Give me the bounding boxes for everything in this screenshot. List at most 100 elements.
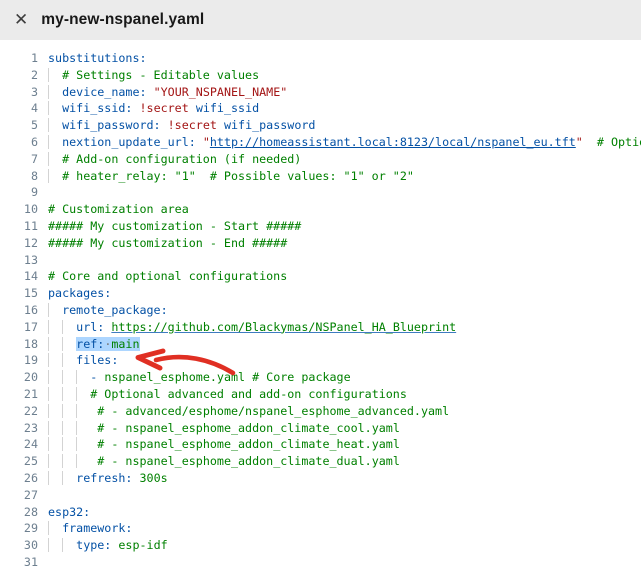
code-token: type: [76, 538, 111, 552]
code-line[interactable]: 13 [0, 252, 641, 269]
code-token: esp-idf [118, 538, 167, 552]
code-token [217, 118, 224, 132]
code-line[interactable]: 20 - nspanel_esphome.yaml # Core package [0, 369, 641, 386]
code-text: # - nspanel_esphome_addon_climate_cool.y… [48, 420, 400, 437]
editor-window: ✕ my-new-nspanel.yaml 1substitutions:2 #… [0, 0, 641, 576]
indent-guide [48, 152, 62, 166]
code-text: # Optional advanced and add-on configura… [48, 386, 407, 403]
code-line[interactable]: 28esp32: [0, 504, 641, 521]
indent-guide [48, 303, 62, 317]
code-token: packages: [48, 286, 111, 300]
code-lines: 1 substitutions:2 # Settings - Editable v… [0, 50, 641, 571]
code-text: # Customization area [48, 201, 189, 218]
code-line[interactable]: 1 substitutions: [0, 50, 641, 67]
code-line[interactable]: 27 [0, 487, 641, 504]
code-line[interactable]: 21 # Optional advanced and add-on config… [0, 386, 641, 403]
code-token: # heater_relay: "1" # Possible values: "… [62, 169, 414, 183]
code-line[interactable]: 25 # - nspanel_esphome_addon_climate_dua… [0, 453, 641, 470]
code-line[interactable]: 15packages: [0, 285, 641, 302]
code-text: remote_package: [48, 302, 168, 319]
code-token [583, 135, 597, 149]
line-number: 19 [0, 352, 38, 369]
indent-guide [48, 68, 62, 82]
indent-guide [48, 454, 62, 468]
code-token: wifi_ssid: [62, 101, 132, 115]
indent-guide [48, 320, 62, 334]
code-text: - nspanel_esphome.yaml # Core package [48, 369, 351, 386]
code-line[interactable]: 24 # - nspanel_esphome_addon_climate_hea… [0, 436, 641, 453]
indent-guide [62, 404, 76, 418]
line-number: 23 [0, 420, 38, 437]
code-line[interactable]: 16 remote_package: [0, 302, 641, 319]
code-line[interactable]: 17 url: https://github.com/Blackymas/NSP… [0, 319, 641, 336]
code-line[interactable]: 23 # - nspanel_esphome_addon_climate_coo… [0, 420, 641, 437]
line-number: 25 [0, 453, 38, 470]
line-number: 21 [0, 386, 38, 403]
indent-guide [76, 437, 90, 451]
line-number: 14 [0, 268, 38, 285]
indent-guide [48, 404, 62, 418]
line-number: 24 [0, 436, 38, 453]
code-token [161, 118, 168, 132]
code-text: substitutions: [48, 50, 147, 67]
code-line[interactable]: 14# Core and optional configurations [0, 268, 641, 285]
code-text: # - nspanel_esphome_addon_climate_dual.y… [48, 453, 400, 470]
code-line[interactable]: 30 type: esp-idf [0, 537, 641, 554]
code-line[interactable]: 5 wifi_password: !secret wifi_password [0, 117, 641, 134]
close-button[interactable]: ✕ [14, 12, 28, 29]
code-token: http://homeassistant.local:8123/local/ns… [210, 135, 576, 149]
code-line[interactable]: 11##### My customization - Start ##### [0, 218, 641, 235]
line-number: 18 [0, 336, 38, 353]
line-number: 17 [0, 319, 38, 336]
code-line[interactable]: 26 refresh: 300s [0, 470, 641, 487]
code-token: " [203, 135, 210, 149]
code-text: ##### My customization - Start ##### [48, 218, 301, 235]
code-token: # - nspanel_esphome_addon_climate_dual.y… [97, 454, 400, 468]
indent-guide [48, 135, 62, 149]
line-number: 1 [0, 50, 38, 67]
code-text: # Add-on configuration (if needed) [48, 151, 301, 168]
code-token: # Settings - Editable values [62, 68, 259, 82]
code-token: url: [76, 320, 104, 334]
code-line[interactable]: 12##### My customization - End ##### [0, 235, 641, 252]
code-line[interactable]: 29 framework: [0, 520, 641, 537]
code-text: device_name: "YOUR_NSPANEL_NAME" [48, 84, 287, 101]
code-line[interactable]: 7 # Add-on configuration (if needed) [0, 151, 641, 168]
code-line[interactable]: 6 nextion_update_url: "http://homeassist… [0, 134, 641, 151]
code-token: # Optional [597, 135, 641, 149]
code-line[interactable]: 18 ref:·main [0, 336, 641, 353]
indent-guide [48, 337, 62, 351]
code-text: # - nspanel_esphome_addon_climate_heat.y… [48, 436, 400, 453]
code-token [189, 101, 196, 115]
code-line[interactable]: 31 [0, 554, 641, 571]
line-number: 5 [0, 117, 38, 134]
code-line[interactable]: 22 # - advanced/esphome/nspanel_esphome_… [0, 403, 641, 420]
indent-guide [62, 454, 76, 468]
indent-guide [76, 454, 90, 468]
code-line[interactable]: 4 wifi_ssid: !secret wifi_ssid [0, 100, 641, 117]
code-token: !secret [168, 118, 217, 132]
code-line[interactable]: 2 # Settings - Editable values [0, 67, 641, 84]
code-token: remote_package: [62, 303, 168, 317]
code-line[interactable]: 10# Customization area [0, 201, 641, 218]
code-token: refresh: [76, 471, 132, 485]
code-text: ref:·main [48, 336, 140, 353]
indent-guide [48, 471, 62, 485]
line-number: 6 [0, 134, 38, 151]
code-text: refresh: 300s [48, 470, 168, 487]
indent-guide [48, 118, 62, 132]
code-line[interactable]: 3 device_name: "YOUR_NSPANEL_NAME" [0, 84, 641, 101]
selected-token: ref: [76, 337, 104, 351]
code-line[interactable]: 19 files: [0, 352, 641, 369]
code-text: nextion_update_url: "http://homeassistan… [48, 134, 641, 151]
code-text: framework: [48, 520, 132, 537]
code-line[interactable]: 8 # heater_relay: "1" # Possible values:… [0, 168, 641, 185]
code-token: wifi_ssid [196, 101, 259, 115]
code-token: !secret [140, 101, 189, 115]
code-editor[interactable]: 1 substitutions:2 # Settings - Editable v… [0, 40, 641, 571]
code-token: https://github.com/Blackymas/NSPanel_HA_… [111, 320, 456, 334]
code-line[interactable]: 9 [0, 184, 641, 201]
code-token: ##### My customization - End ##### [48, 236, 287, 250]
line-number: 22 [0, 403, 38, 420]
indent-guide [62, 471, 76, 485]
